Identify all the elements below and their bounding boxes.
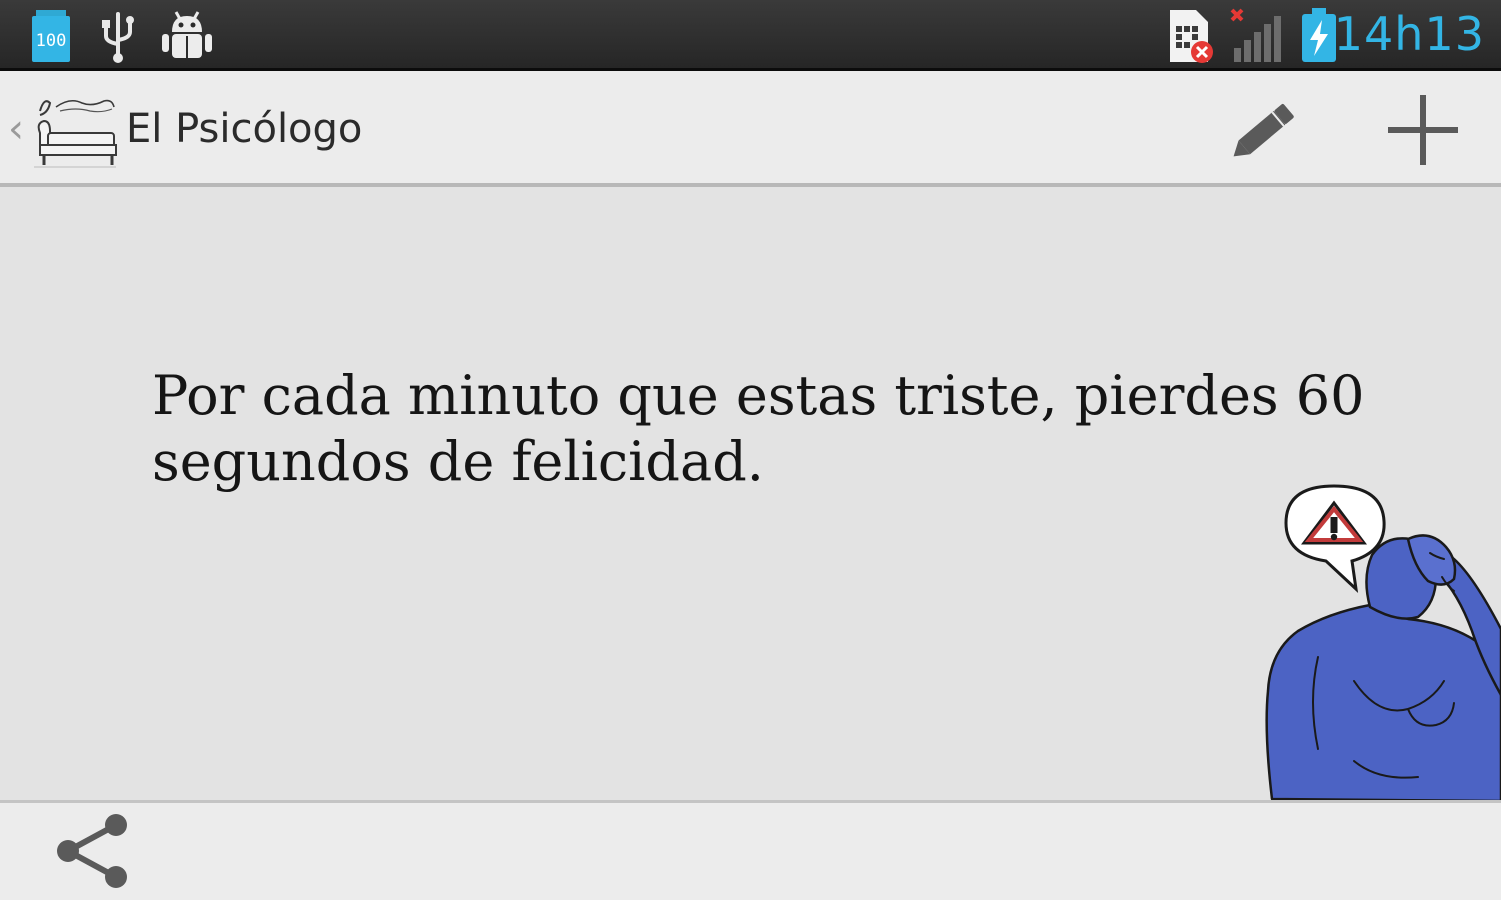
usb-icon (102, 12, 134, 63)
edit-button[interactable] (1222, 87, 1308, 173)
sim-error-icon (1170, 10, 1213, 63)
status-clock: 14h13 (1333, 7, 1485, 61)
android-debug-icon (162, 11, 212, 58)
battery-charging-icon (1302, 8, 1336, 62)
bottom-action-bar (0, 800, 1501, 900)
plus-icon (1388, 95, 1458, 165)
status-bar: 100 14h13 (0, 0, 1501, 71)
battery-saver-label: 100 (36, 31, 67, 51)
app-title: El Psicólogo (126, 106, 363, 152)
sad-character-illustration (1265, 484, 1501, 801)
up-navigation-caret-icon[interactable]: ‹ (8, 109, 24, 149)
quote-text: Por cada minuto que estas triste, pierde… (152, 364, 1365, 493)
share-icon (57, 814, 127, 888)
app-logo-couch-icon[interactable] (30, 93, 120, 175)
action-bar: ‹ El Psicólogo (0, 71, 1501, 187)
app-screen: 100 14h13 ‹ El Psicólogo Por cada minuto… (0, 0, 1501, 900)
pencil-icon (1233, 103, 1294, 157)
add-button[interactable] (1380, 87, 1466, 173)
share-button[interactable] (48, 813, 134, 893)
signal-icon (1230, 8, 1281, 62)
battery-saver-icon: 100 (32, 10, 70, 62)
quote-content-area: Por cada minuto que estas triste, pierde… (0, 187, 1501, 801)
